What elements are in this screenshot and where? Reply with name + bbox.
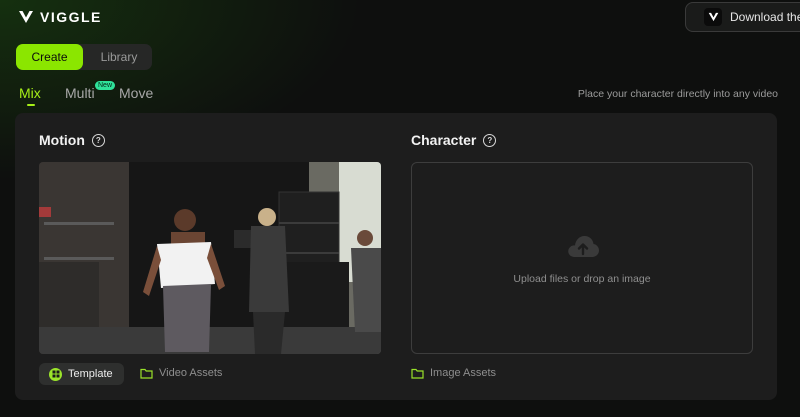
- page-tagline: Place your character directly into any v…: [577, 88, 778, 100]
- template-button[interactable]: Template: [39, 363, 124, 385]
- image-assets-link[interactable]: Image Assets: [411, 367, 496, 379]
- image-assets-label: Image Assets: [430, 367, 497, 379]
- viggle-logo-icon: [18, 10, 34, 24]
- new-badge: New: [95, 81, 116, 90]
- character-title: Character: [411, 132, 477, 148]
- workspace-panel: Motion ? Template Video Assets Character…: [15, 113, 777, 400]
- motion-heading: Motion ?: [39, 132, 105, 148]
- video-assets-link[interactable]: Video Assets: [140, 367, 222, 379]
- active-tab-indicator: [27, 104, 35, 106]
- create-button[interactable]: Create: [16, 44, 83, 70]
- tab-move[interactable]: Move: [119, 85, 153, 101]
- brand-logo[interactable]: VIGGLE: [18, 9, 102, 25]
- mode-toggle: Create Library: [16, 44, 152, 70]
- upload-instructions: Upload files or drop an image: [513, 273, 651, 285]
- motion-help-icon[interactable]: ?: [91, 133, 105, 147]
- template-label: Template: [68, 368, 113, 380]
- motion-title: Motion: [39, 132, 85, 148]
- motion-video-preview[interactable]: [39, 162, 381, 354]
- character-heading: Character ?: [411, 132, 497, 148]
- template-icon: [49, 367, 62, 381]
- folder-icon: [140, 368, 153, 379]
- library-button[interactable]: Library: [86, 44, 152, 70]
- tab-mix[interactable]: Mix: [19, 85, 41, 101]
- viggle-app-icon: [704, 8, 722, 26]
- brand-name: VIGGLE: [40, 9, 102, 25]
- download-label: Download the: [730, 10, 800, 24]
- download-app-button[interactable]: Download the: [685, 2, 800, 32]
- video-assets-label: Video Assets: [159, 367, 223, 379]
- tab-multi[interactable]: Multi: [65, 85, 95, 101]
- viggle-app: VIGGLE Download the Create Library Mix M…: [0, 0, 800, 417]
- folder-icon: [411, 368, 424, 379]
- cloud-upload-icon: [566, 233, 600, 264]
- character-upload-dropzone[interactable]: Upload files or drop an image: [411, 162, 753, 354]
- character-help-icon[interactable]: ?: [483, 133, 497, 147]
